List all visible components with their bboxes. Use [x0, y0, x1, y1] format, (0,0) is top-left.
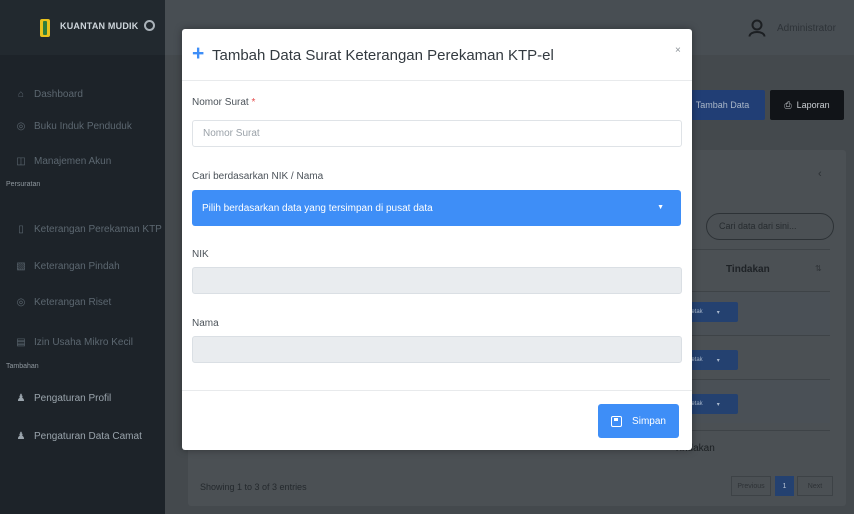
users-icon: ◫	[16, 155, 26, 167]
eye-icon: ◎	[16, 120, 26, 132]
pagination-page-1[interactable]: 1	[775, 476, 794, 496]
laporan-button[interactable]: ⎙ Laporan	[770, 90, 844, 120]
sidebar-item-label: Dashboard	[34, 88, 83, 100]
laporan-label: Laporan	[796, 100, 830, 110]
modal-header: + Tambah Data Surat Keterangan Perekaman…	[182, 29, 692, 81]
nomor-surat-label-text: Nomor Surat	[192, 97, 249, 108]
sidebar-item-label: Pengaturan Profil	[34, 392, 112, 404]
nik-label: NIK	[192, 249, 209, 260]
plus-icon: +	[192, 42, 205, 65]
caret-down-icon: ▾	[716, 357, 720, 364]
user-icon: ♟	[16, 430, 26, 442]
pagination-next[interactable]: Next	[797, 476, 833, 496]
tambah-data-button[interactable]: Tambah Data	[680, 90, 765, 120]
collapse-icon[interactable]: ‹	[818, 168, 822, 180]
cari-select-value: Pilih berdasarkan data yang tersimpan di…	[202, 202, 433, 214]
modal-title: Tambah Data Surat Keterangan Perekaman K…	[212, 47, 554, 64]
sidebar-item-label: Pengaturan Data Camat	[34, 430, 142, 442]
document-icon: ▤	[16, 336, 26, 348]
nama-label: Nama	[192, 318, 219, 329]
section-tambahan: Tambahan	[6, 363, 39, 370]
sidebar-item-label: Keterangan Riset	[34, 296, 112, 308]
caret-down-icon: ▼	[657, 204, 664, 211]
sidebar-item-pengaturan-camat[interactable]: ♟ Pengaturan Data Camat	[14, 427, 142, 445]
sidebar-item-izin-usaha[interactable]: ▤ Izin Usaha Mikro Kecil	[14, 333, 133, 351]
column-header-tindakan[interactable]: Tindakan	[726, 264, 770, 275]
home-icon: ⌂	[17, 88, 25, 100]
print-icon: ⎙	[784, 99, 792, 110]
sidebar-item-label: Buku Induk Penduduk	[34, 120, 132, 132]
sidebar-item-buku-induk[interactable]: ◎ Buku Induk Penduduk	[14, 117, 132, 135]
sidebar-item-label: Keterangan Perekaman KTP	[34, 223, 162, 235]
tambah-data-modal: + Tambah Data Surat Keterangan Perekaman…	[182, 29, 692, 450]
table-search-input[interactable]: Cari data dari sini...	[706, 213, 834, 240]
logo-icon	[40, 19, 50, 37]
sidebar-item-keterangan-riset[interactable]: ◎ Keterangan Riset	[14, 293, 112, 311]
sort-icon[interactable]: ⇅	[815, 264, 822, 273]
sidebar-item-label: Izin Usaha Mikro Kecil	[34, 336, 133, 348]
section-persuratan: Persuratan	[6, 181, 41, 188]
nik-field[interactable]	[192, 267, 682, 294]
sidebar-toggle-icon[interactable]	[144, 20, 155, 31]
map-icon: ▧	[16, 260, 26, 272]
sidebar-item-label: Keterangan Pindah	[34, 260, 120, 272]
simpan-label: Simpan	[632, 415, 666, 427]
user-icon: ♟	[16, 392, 26, 404]
sidebar-item-dashboard[interactable]: ⌂ Dashboard	[14, 85, 83, 103]
cari-nik-nama-select[interactable]: Pilih berdasarkan data yang tersimpan di…	[192, 190, 681, 226]
entries-info: Showing 1 to 3 of 3 entries	[200, 482, 307, 492]
eye-icon: ◎	[16, 296, 26, 308]
user-name[interactable]: Administrator	[777, 23, 836, 34]
sidebar-item-perekaman-ktp[interactable]: ▯ Keterangan Perekaman KTP	[14, 220, 162, 238]
brand-name: KUANTAN MUDIK	[60, 21, 139, 31]
sidebar-item-manajemen-akun[interactable]: ◫ Manajemen Akun	[14, 152, 111, 170]
sidebar-item-label: Manajemen Akun	[34, 155, 112, 167]
sidebar-item-keterangan-pindah[interactable]: ▧ Keterangan Pindah	[14, 257, 120, 275]
sidebar-item-pengaturan-profil[interactable]: ♟ Pengaturan Profil	[14, 389, 112, 407]
nama-field[interactable]	[192, 336, 682, 363]
pagination-previous[interactable]: Previous	[731, 476, 771, 496]
caret-down-icon: ▾	[716, 401, 720, 408]
user-avatar-icon[interactable]	[748, 19, 766, 37]
cari-label: Cari berdasarkan NIK / Nama	[192, 171, 324, 182]
brand: KUANTAN MUDIK	[0, 0, 165, 55]
simpan-button[interactable]: Simpan	[598, 404, 679, 438]
close-icon[interactable]: ×	[675, 45, 681, 56]
required-marker: *	[251, 97, 256, 108]
save-icon	[611, 415, 623, 427]
sidebar: KUANTAN MUDIK ⌂ Dashboard ◎ Buku Induk P…	[0, 0, 165, 514]
caret-down-icon: ▾	[716, 309, 720, 316]
id-card-icon: ▯	[18, 223, 24, 235]
nomor-surat-label: Nomor Surat *	[192, 97, 255, 108]
nomor-surat-input[interactable]	[192, 120, 682, 147]
